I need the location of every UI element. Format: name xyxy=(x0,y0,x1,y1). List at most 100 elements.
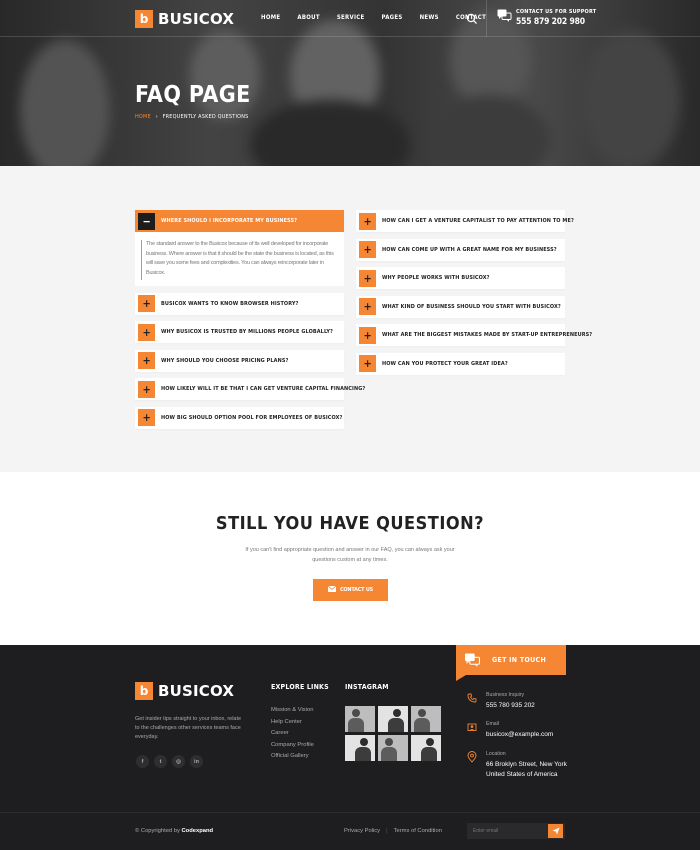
facebook-icon[interactable]: f xyxy=(136,755,149,768)
twitter-icon[interactable]: t xyxy=(154,755,167,768)
expand-icon[interactable]: + xyxy=(138,380,155,398)
chat-icon xyxy=(459,647,485,673)
faq-answer: The standard answer to the Busicox becau… xyxy=(135,232,344,286)
explore-links: Mission & Vision Help Center Career Comp… xyxy=(271,705,314,763)
expand-icon[interactable]: + xyxy=(359,212,376,230)
faq-item[interactable]: + WHY PEOPLE WORKS WITH BUSICOX? xyxy=(356,267,565,289)
instagram-photo[interactable] xyxy=(411,706,441,732)
still-question-section: STILL YOU HAVE QUESTION? If you can't fi… xyxy=(0,472,700,645)
linkedin-icon[interactable]: in xyxy=(190,755,203,768)
nav-service[interactable]: SERVICE xyxy=(337,14,365,21)
expand-icon[interactable]: + xyxy=(359,355,376,372)
expand-icon[interactable]: + xyxy=(359,269,376,287)
faq-answer-text: The standard answer to the Busicox becau… xyxy=(146,241,334,276)
explore-links-heading: EXPLORE LINKS xyxy=(271,683,329,691)
faq-question: HOW CAN I GET A VENTURE CAPITALIST TO PA… xyxy=(382,218,574,224)
footer-link[interactable]: Official Gallery xyxy=(271,751,314,763)
terms-link[interactable]: Terms of Condition xyxy=(394,828,442,834)
breadcrumb-home[interactable]: HOME xyxy=(135,114,151,120)
contact-label: Email xyxy=(486,721,499,727)
expand-icon[interactable]: + xyxy=(138,323,155,341)
instagram-heading: INSTAGRAM xyxy=(345,683,389,691)
email-input[interactable] xyxy=(467,828,537,834)
footer-link[interactable]: Company Profile xyxy=(271,740,314,752)
faq-item[interactable]: + HOW CAN COME UP WITH A GREAT NAME FOR … xyxy=(356,238,565,261)
get-in-touch-label: GET IN TOUCH xyxy=(492,656,547,664)
faq-item[interactable]: + BUSICOX WANTS TO KNOW BROWSER HISTORY? xyxy=(135,292,344,315)
faq-question: WHY SHOULD YOU CHOOSE PRICING PLANS? xyxy=(161,357,289,364)
email-icon xyxy=(466,721,478,733)
location-icon xyxy=(466,751,478,763)
contact-info-location: Location 66 Broklyn Street, New York Uni… xyxy=(466,751,568,780)
faq-item[interactable]: + HOW BIG SHOULD OPTION POOL FOR EMPLOYE… xyxy=(135,406,344,429)
get-in-touch-banner: GET IN TOUCH xyxy=(456,645,566,681)
faq-item[interactable]: + HOW CAN YOU PROTECT YOUR GREAT IDEA? xyxy=(356,352,565,375)
breadcrumb-current: FREQUENTLY ASKED QUESTIONS xyxy=(162,114,249,120)
faq-item[interactable]: + HOW LIKELY WILL IT BE THAT I CAN GET V… xyxy=(135,378,365,400)
breadcrumb: HOME › FREQUENTLY ASKED QUESTIONS xyxy=(135,114,248,120)
send-button[interactable] xyxy=(548,824,563,838)
send-icon xyxy=(552,827,559,835)
nav-pages[interactable]: PAGES xyxy=(382,14,403,21)
expand-icon[interactable]: + xyxy=(359,298,376,315)
nav-about[interactable]: ABOUT xyxy=(297,14,319,21)
faq-question: HOW CAN COME UP WITH A GREAT NAME FOR MY… xyxy=(382,246,557,253)
chat-icon xyxy=(497,9,512,28)
logo-text: BUSICOX xyxy=(158,682,235,700)
expand-icon[interactable]: + xyxy=(359,241,376,258)
contact-us-label: CONTACT US xyxy=(339,587,374,593)
logo[interactable]: b BUSICOX xyxy=(135,10,234,28)
faq-question: WHY PEOPLE WORKS WITH BUSICOX? xyxy=(382,275,490,281)
nav-news[interactable]: NEWS xyxy=(420,14,439,21)
expand-icon[interactable]: + xyxy=(138,295,155,312)
faq-question: WHAT KIND OF BUSINESS SHOULD YOU START W… xyxy=(382,303,561,310)
copyright-brand[interactable]: Codexpand xyxy=(182,828,214,834)
support-contact: CONTACT US FOR SUPPORT 555 879 202 980 xyxy=(497,9,596,28)
collapse-icon[interactable]: − xyxy=(138,212,155,230)
footer-link[interactable]: Mission & Vision xyxy=(271,705,314,717)
expand-icon[interactable]: + xyxy=(138,409,155,426)
contact-us-button[interactable]: CONTACT US xyxy=(313,579,388,601)
instagram-photo[interactable] xyxy=(378,706,408,732)
footer-link[interactable]: Career xyxy=(271,728,314,740)
expand-icon[interactable]: + xyxy=(138,352,155,369)
faq-question: WHY BUSICOX IS TRUSTED BY MILLIONS PEOPL… xyxy=(161,329,333,335)
faq-item[interactable]: + WHY BUSICOX IS TRUSTED BY MILLIONS PEO… xyxy=(135,321,344,343)
faq-item[interactable]: + HOW CAN I GET A VENTURE CAPITALIST TO … xyxy=(356,210,574,232)
search-icon[interactable] xyxy=(466,12,478,24)
footer-logo[interactable]: b BUSICOX xyxy=(135,682,234,700)
footer-link[interactable]: Help Center xyxy=(271,717,314,729)
contact-value[interactable]: busicox@example.com xyxy=(486,730,553,740)
instagram-photo[interactable] xyxy=(345,735,375,761)
copyright-text: © Copyrighted by xyxy=(135,828,180,834)
faq-column-left: − WHERE SHOULD I INCORPORATE MY BUSINESS… xyxy=(135,210,365,435)
contact-label: Location xyxy=(486,751,506,757)
instagram-icon[interactable]: ◎ xyxy=(172,755,185,768)
faq-item[interactable]: + WHAT KIND OF BUSINESS SHOULD YOU START… xyxy=(356,295,565,318)
still-question-desc: If you can't find appropriate question a… xyxy=(245,547,455,563)
instagram-photo[interactable] xyxy=(411,735,441,761)
faq-question: HOW CAN YOU PROTECT YOUR GREAT IDEA? xyxy=(382,360,508,367)
contact-info-phone: Business Inquiry 555 780 935 202 xyxy=(466,692,535,711)
newsletter-form xyxy=(467,823,565,839)
nav-home[interactable]: HOME xyxy=(261,14,280,21)
logo-mark: b xyxy=(135,682,153,700)
contact-info-email: Email busicox@example.com xyxy=(466,721,553,740)
faq-item[interactable]: + WHY SHOULD YOU CHOOSE PRICING PLANS? xyxy=(135,349,344,372)
still-question-title: STILL YOU HAVE QUESTION? xyxy=(215,513,485,534)
faq-item[interactable]: − WHERE SHOULD I INCORPORATE MY BUSINESS… xyxy=(135,210,344,232)
logo-text: BUSICOX xyxy=(158,10,235,28)
contact-value[interactable]: 555 780 935 202 xyxy=(486,701,535,711)
instagram-photo[interactable] xyxy=(345,706,375,732)
envelope-icon xyxy=(327,585,337,594)
faq-item[interactable]: + WHAT ARE THE BIGGEST MISTAKES MADE BY … xyxy=(356,324,592,346)
faq-question: HOW LIKELY WILL IT BE THAT I CAN GET VEN… xyxy=(161,386,366,392)
page-title: FAQ PAGE xyxy=(135,82,251,108)
support-phone[interactable]: 555 879 202 980 xyxy=(516,17,596,27)
privacy-policy-link[interactable]: Privacy Policy xyxy=(344,828,380,834)
faq-question: HOW BIG SHOULD OPTION POOL FOR EMPLOYEES… xyxy=(161,414,343,421)
logo-mark: b xyxy=(135,10,153,28)
phone-icon xyxy=(466,692,478,704)
expand-icon[interactable]: + xyxy=(359,326,376,344)
instagram-photo[interactable] xyxy=(378,735,408,761)
